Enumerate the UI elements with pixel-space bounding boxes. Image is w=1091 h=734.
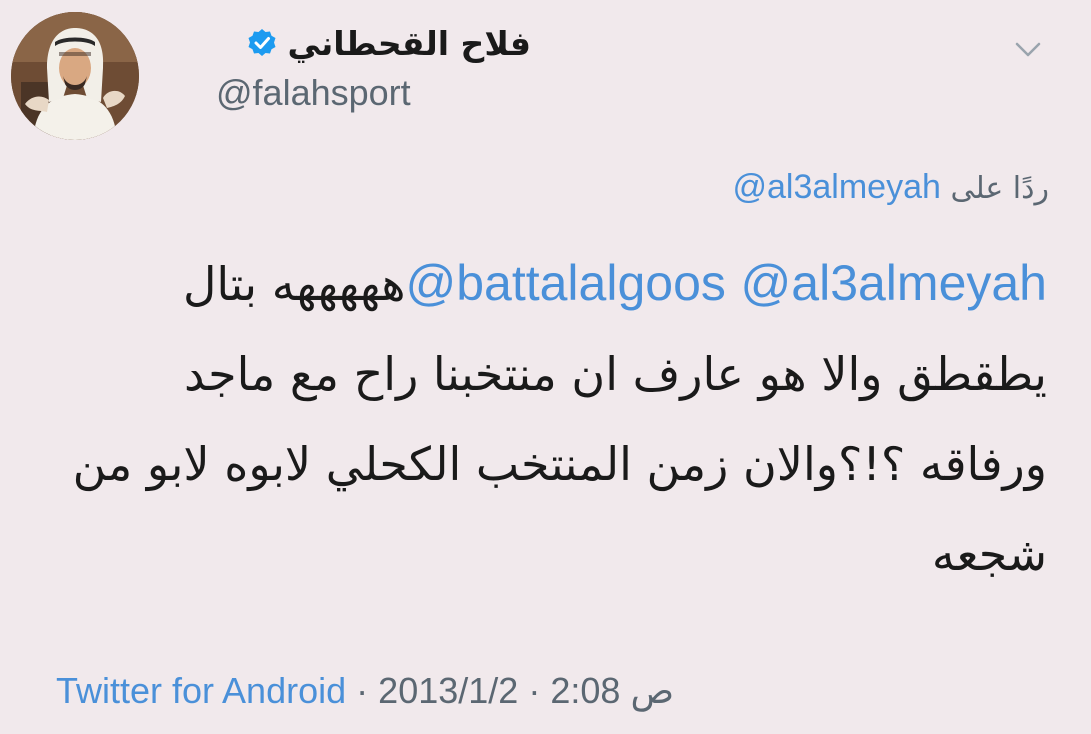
reply-context: ردًا على @al3almeyah bbox=[732, 168, 1049, 207]
tweet-line-1: @al3almeyah @battalalgoosهههههه بتال bbox=[57, 238, 1047, 329]
author-handle[interactable]: @falahsport bbox=[216, 72, 411, 114]
tweet-card: فلاح القحطاني @falahsport ردًا على @al3a… bbox=[0, 0, 1091, 734]
author-name-row[interactable]: فلاح القحطاني bbox=[246, 20, 532, 66]
mention-link-battalalgoos[interactable]: @battalalgoos bbox=[405, 255, 725, 311]
display-name[interactable]: فلاح القحطاني bbox=[288, 24, 532, 63]
reply-mention-link[interactable]: @al3almeyah bbox=[732, 168, 940, 206]
tweet-date[interactable]: 2013/1/2 bbox=[378, 670, 518, 711]
tweet-source-link[interactable]: Twitter for Android bbox=[56, 670, 346, 711]
meta-separator: · bbox=[356, 670, 369, 711]
meta-separator: · bbox=[528, 670, 541, 711]
tweet-time-period: ص bbox=[630, 670, 674, 711]
avatar-photo bbox=[11, 12, 139, 140]
tweet-menu-button[interactable] bbox=[1008, 30, 1048, 70]
avatar[interactable] bbox=[11, 12, 139, 140]
reply-prefix: ردًا على bbox=[950, 171, 1049, 206]
tweet-text: @al3almeyah @battalalgoosهههههه بتال يطق… bbox=[57, 238, 1047, 599]
tweet-meta: Twitter for Android · 2013/1/2 · ص 2:08 bbox=[56, 670, 674, 712]
verified-badge-icon bbox=[246, 27, 278, 59]
tweet-line-1-text: هههههه بتال bbox=[182, 257, 406, 311]
mention-link-al3almeyah[interactable]: @al3almeyah bbox=[741, 255, 1047, 311]
tweet-line-2: يطقطق والا هو عارف ان منتخبنا راح مع ماج… bbox=[184, 347, 1047, 401]
tweet-line-4: شجعه bbox=[931, 527, 1047, 581]
tweet-time[interactable]: ص 2:08 bbox=[550, 670, 674, 711]
chevron-down-icon bbox=[1015, 42, 1041, 57]
tweet-line-3: ورفاقه ؟!؟والان زمن المنتخب الكحلي لابوه… bbox=[72, 437, 1047, 491]
tweet-time-value: 2:08 bbox=[550, 670, 621, 711]
